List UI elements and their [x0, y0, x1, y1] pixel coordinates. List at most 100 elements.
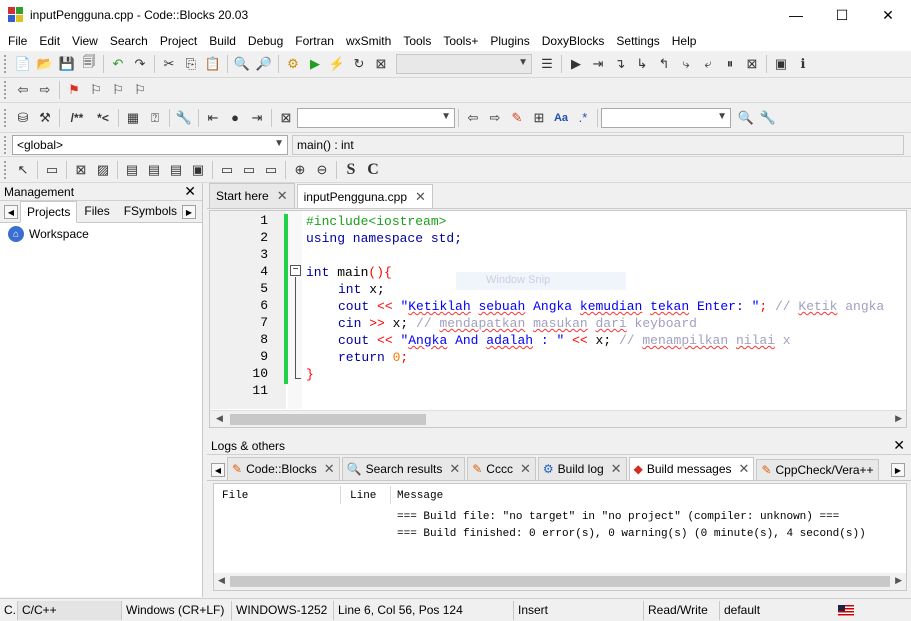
run-to-cursor-icon[interactable]: ⇥: [587, 53, 609, 75]
next-line-icon[interactable]: ↴: [609, 53, 631, 75]
save-icon[interactable]: 💾: [56, 53, 78, 75]
column-header-file[interactable]: File: [222, 490, 248, 502]
scroll-right-icon[interactable]: ▶: [895, 413, 902, 424]
align-bottom-icon[interactable]: ▤: [165, 159, 187, 181]
search-prev-icon[interactable]: ⇦: [462, 107, 484, 129]
doxywizard-icon[interactable]: ⛁: [12, 107, 34, 129]
strikethrough-s-button[interactable]: S: [340, 159, 362, 181]
search-next-icon[interactable]: ⇨: [484, 107, 506, 129]
tab-scroll-left-icon[interactable]: ◀: [211, 463, 225, 477]
break-debugger-icon[interactable]: ⏸: [719, 53, 741, 75]
prev-bookmark-icon[interactable]: ⚐: [85, 79, 107, 101]
menu-wxsmith[interactable]: wxSmith: [340, 34, 397, 48]
jump-forward-icon[interactable]: ⇨: [34, 79, 56, 101]
close-tab-icon[interactable]: ✕: [277, 188, 288, 204]
toolbar-grip[interactable]: [4, 81, 8, 99]
code-editor[interactable]: 1 2 3 4 5 6 7 8 9 10 11 − #include<iostr…: [209, 210, 907, 428]
tab-scroll-left-icon[interactable]: ◀: [4, 205, 18, 219]
log-row[interactable]: === Build finished: 0 error(s), 0 warnin…: [397, 528, 866, 540]
block-comment-button[interactable]: /**: [63, 107, 91, 129]
menu-doxyblocks[interactable]: DoxyBlocks: [536, 34, 611, 48]
build-messages-list[interactable]: File Line Message === Build file: "no ta…: [213, 483, 907, 591]
zoom-in-icon[interactable]: ⊕: [289, 159, 311, 181]
toolbar-grip[interactable]: [4, 108, 8, 127]
menu-search[interactable]: Search: [104, 34, 154, 48]
open-folder-icon[interactable]: 📂: [34, 53, 56, 75]
tab-scroll-right-icon[interactable]: ▶: [182, 205, 196, 219]
menu-tools-plus[interactable]: Tools+: [437, 34, 484, 48]
incremental-search-input[interactable]: ▼: [297, 107, 455, 128]
widget-text-icon[interactable]: ▨: [92, 159, 114, 181]
column-separator[interactable]: [340, 486, 341, 504]
close-tab-icon[interactable]: ✕: [415, 189, 426, 205]
menu-fortran[interactable]: Fortran: [289, 34, 340, 48]
c-button[interactable]: C: [362, 159, 384, 181]
step-into-instruction-icon[interactable]: ⤶: [697, 53, 719, 75]
border-right-icon[interactable]: ▭: [260, 159, 282, 181]
close-tab-icon[interactable]: ✕: [520, 461, 531, 477]
next-bookmark-icon[interactable]: ⚐: [107, 79, 129, 101]
close-button[interactable]: ✕: [865, 0, 911, 30]
regex-icon[interactable]: .*: [572, 107, 594, 129]
menu-edit[interactable]: Edit: [33, 34, 66, 48]
border-left-icon[interactable]: ▭: [216, 159, 238, 181]
tab-search-results[interactable]: 🔍 Search results ✕: [341, 457, 466, 480]
extract-docs-icon[interactable]: ⚒: [34, 107, 56, 129]
new-file-icon[interactable]: 📄: [12, 53, 34, 75]
rebuild-icon[interactable]: ↻: [348, 53, 370, 75]
tab-projects[interactable]: Projects: [20, 201, 78, 223]
editor-horizontal-scrollbar[interactable]: ◀ ▶: [210, 410, 906, 427]
tab-build-messages[interactable]: ◆ Build messages ✕: [628, 457, 755, 480]
doxy-chm-icon[interactable]: ⍰: [144, 107, 166, 129]
line-comment-button[interactable]: *<: [91, 107, 115, 129]
widget-frame-icon[interactable]: ▭: [41, 159, 63, 181]
function-select[interactable]: main() : int: [292, 134, 904, 155]
replace-icon[interactable]: 🔎: [253, 53, 275, 75]
step-into-icon[interactable]: ↳: [631, 53, 653, 75]
debug-windows-icon[interactable]: ▣: [770, 53, 792, 75]
tab-fsymbols[interactable]: FSymbols: [117, 200, 184, 222]
jump-back-icon[interactable]: ⇦: [12, 79, 34, 101]
undo-icon[interactable]: ↶: [107, 53, 129, 75]
tab-cccc[interactable]: ✎ Cccc ✕: [467, 457, 536, 480]
stop-debugger-icon[interactable]: ⊠: [741, 53, 763, 75]
menu-settings[interactable]: Settings: [610, 34, 665, 48]
menu-tools[interactable]: Tools: [397, 34, 437, 48]
clear-search-icon[interactable]: ⊠: [275, 107, 297, 129]
menu-help[interactable]: Help: [666, 34, 703, 48]
next-todo-icon[interactable]: ⇥: [246, 107, 268, 129]
paste-icon[interactable]: 📋: [202, 53, 224, 75]
menu-build[interactable]: Build: [203, 34, 242, 48]
logs-horizontal-scrollbar[interactable]: ◀ ▶: [214, 573, 906, 590]
tab-start-here[interactable]: Start here ✕: [209, 183, 295, 208]
tab-input-pengguna[interactable]: inputPengguna.cpp ✕: [296, 184, 433, 208]
close-tab-icon[interactable]: ✕: [449, 461, 460, 477]
workspace-node[interactable]: ⌂ Workspace: [0, 223, 202, 245]
scrollbar-thumb[interactable]: [230, 576, 890, 587]
zoom-out-icon[interactable]: ⊖: [311, 159, 333, 181]
redo-icon[interactable]: ↷: [129, 53, 151, 75]
menu-file[interactable]: File: [2, 34, 33, 48]
fold-collapse-icon[interactable]: −: [290, 265, 301, 276]
pointer-icon[interactable]: ↖: [12, 159, 34, 181]
info-icon[interactable]: ℹ: [792, 53, 814, 75]
column-header-line[interactable]: Line: [350, 490, 376, 502]
maximize-button[interactable]: ☐: [819, 0, 865, 30]
code-search-input[interactable]: ▼: [601, 107, 731, 128]
scrollbar-thumb[interactable]: [230, 414, 426, 425]
selected-text-only-icon[interactable]: ⊞: [528, 107, 550, 129]
minimize-button[interactable]: —: [773, 0, 819, 30]
logs-close-icon[interactable]: ✕: [893, 437, 905, 454]
search-go-icon[interactable]: 🔍: [735, 107, 757, 129]
step-out-icon[interactable]: ↰: [653, 53, 675, 75]
menu-plugins[interactable]: Plugins: [484, 34, 535, 48]
menu-view[interactable]: View: [66, 34, 104, 48]
highlight-icon[interactable]: ✎: [506, 107, 528, 129]
close-tab-icon[interactable]: ✕: [739, 461, 750, 477]
tab-codeblocks-log[interactable]: ✎ Code::Blocks ✕: [227, 457, 340, 480]
doxy-config-icon[interactable]: 🔧: [173, 107, 195, 129]
border-center-icon[interactable]: ▭: [238, 159, 260, 181]
find-icon[interactable]: 🔍: [231, 53, 253, 75]
clear-bookmarks-icon[interactable]: ⚐: [129, 79, 151, 101]
match-case-icon[interactable]: Aa: [550, 107, 572, 129]
